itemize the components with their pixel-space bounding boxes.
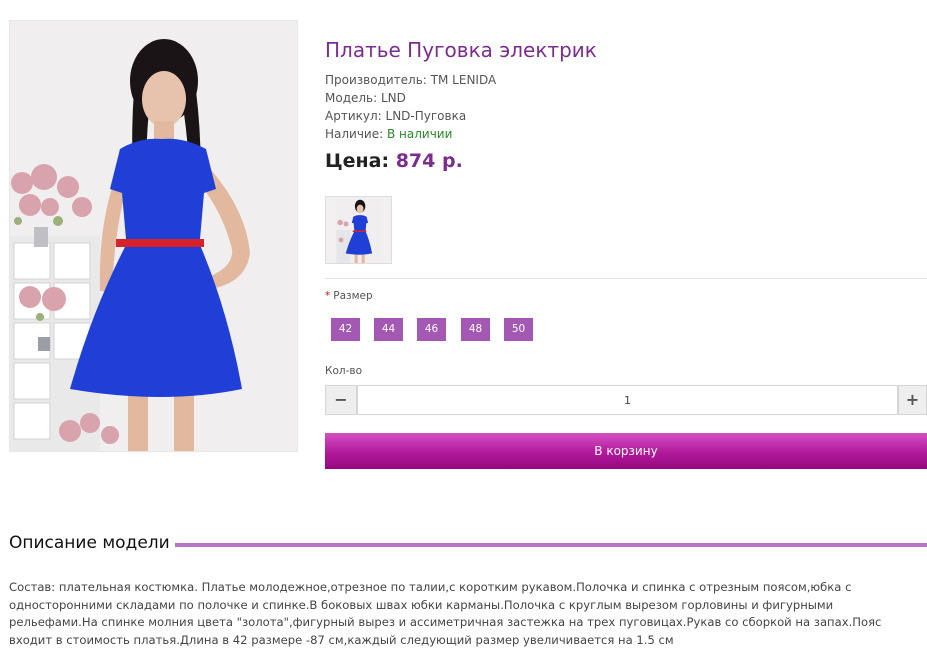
manufacturer-label: Производитель: xyxy=(325,73,427,87)
model-label: Модель: xyxy=(325,91,378,105)
size-option-46[interactable]: 46 xyxy=(417,318,446,341)
description-title-underline xyxy=(175,543,927,547)
product-main-image[interactable] xyxy=(9,20,298,452)
sku-label: Артикул: xyxy=(325,109,382,123)
availability-status: В наличии xyxy=(387,127,453,141)
model-row: Модель: LND xyxy=(325,91,406,105)
size-label: * Размер xyxy=(325,290,373,302)
product-title: Платье Пуговка электрик xyxy=(325,38,597,62)
size-option-50[interactable]: 50 xyxy=(504,318,533,341)
availability-row: Наличие: В наличии xyxy=(325,127,452,141)
product-photo xyxy=(10,21,297,451)
description-text: Состав: плательная костюмка. Платье моло… xyxy=(9,580,882,647)
price-value: 874 р. xyxy=(395,150,463,172)
manufacturer-value[interactable]: TM LENIDA xyxy=(431,73,497,87)
size-label-text: Размер xyxy=(333,290,373,302)
quantity-decrease-button[interactable]: − xyxy=(325,385,357,415)
size-option-44[interactable]: 44 xyxy=(374,318,403,341)
size-option-48[interactable]: 48 xyxy=(461,318,490,341)
quantity-label: Кол-во xyxy=(325,365,362,377)
price-label: Цена: xyxy=(325,150,390,172)
quantity-stepper: − + xyxy=(325,385,927,415)
description-title: Описание модели xyxy=(9,533,170,553)
sku-row: Артикул: LND-Пуговка xyxy=(325,109,466,123)
quantity-input[interactable] xyxy=(357,385,898,415)
availability-label: Наличие: xyxy=(325,127,384,141)
sku-value: LND-Пуговка xyxy=(385,109,467,123)
manufacturer-row: Производитель: TM LENIDA xyxy=(325,73,496,87)
options-divider xyxy=(325,278,927,279)
size-option-42[interactable]: 42 xyxy=(331,318,360,341)
price: Цена: 874 р. xyxy=(325,150,463,172)
required-marker: * xyxy=(325,290,331,302)
quantity-increase-button[interactable]: + xyxy=(898,385,927,415)
thumbnail-photo xyxy=(336,197,381,263)
add-to-cart-button[interactable]: В корзину xyxy=(325,433,927,469)
model-value: LND xyxy=(381,91,406,105)
product-thumbnail[interactable] xyxy=(325,196,392,264)
